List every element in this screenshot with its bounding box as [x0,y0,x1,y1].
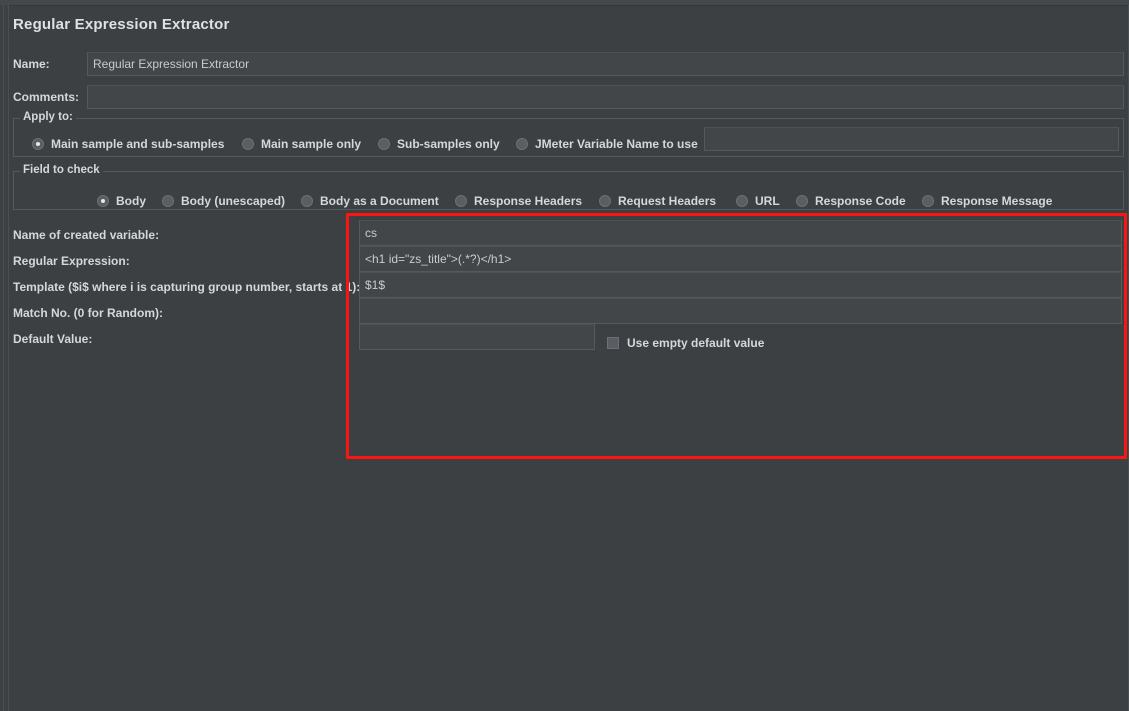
default-value-input[interactable] [359,324,595,350]
radio-label: URL [755,194,780,208]
radio-main-sample-only[interactable]: Main sample only [242,136,361,152]
radio-response-message[interactable]: Response Message [922,193,1052,209]
variable-name-input[interactable]: cs [359,220,1122,246]
regex-extractor-window: Regular Expression Extractor Name: Regul… [0,0,1129,711]
checkbox-icon [607,337,619,349]
radio-icon [599,195,611,207]
radio-main-sample-and-sub-samples[interactable]: Main sample and sub-samples [32,136,224,152]
default-value-label: Default Value: [13,332,93,346]
radio-request-headers[interactable]: Request Headers [599,193,716,209]
radio-icon [796,195,808,207]
template-input[interactable]: $1$ [359,272,1122,298]
radio-url[interactable]: URL [736,193,780,209]
name-label: Name: [13,57,50,71]
variable-name-label: Name of created variable: [13,228,160,242]
radio-label: Body as a Document [320,194,439,208]
page-title: Regular Expression Extractor [13,16,230,33]
radio-label: Request Headers [618,194,717,208]
radio-icon [736,195,748,207]
apply-to-legend: Apply to: [20,111,76,123]
radio-icon [301,195,313,207]
match-no-label: Match No. (0 for Random): [13,306,163,320]
radio-jmeter-variable-name-to-use[interactable]: JMeter Variable Name to use [516,136,698,152]
radio-body-as-a-document[interactable]: Body as a Document [301,193,439,209]
name-input[interactable]: Regular Expression Extractor [87,52,1124,76]
radio-label: Response Code [815,194,906,208]
match-no-input[interactable] [359,298,1122,324]
radio-icon [162,195,174,207]
extractor-panel: Regular Expression Extractor Name: Regul… [9,6,1128,711]
radio-icon [242,138,254,150]
radio-icon [455,195,467,207]
radio-icon-selected [32,138,44,150]
regular-expression-label: Regular Expression: [13,254,130,268]
radio-body-unescaped[interactable]: Body (unescaped) [162,193,285,209]
radio-label: JMeter Variable Name to use [535,137,698,151]
use-empty-default-value-checkbox[interactable]: Use empty default value [607,336,764,350]
radio-label: Body (unescaped) [181,194,286,208]
radio-icon [922,195,934,207]
template-label: Template ($i$ where i is capturing group… [13,280,361,294]
field-to-check-legend: Field to check [20,164,103,176]
radio-response-code[interactable]: Response Code [796,193,906,209]
radio-icon [378,138,390,150]
window-left-edge [0,5,9,711]
jmeter-variable-name-input[interactable] [704,127,1119,151]
radio-icon-selected [97,195,109,207]
radio-label: Response Headers [474,194,583,208]
regular-expression-input[interactable]: <h1 id="zs_title">(.*?)</h1> [359,246,1122,272]
radio-label: Response Message [941,194,1053,208]
radio-body[interactable]: Body [97,193,146,209]
radio-sub-samples-only[interactable]: Sub-samples only [378,136,500,152]
checkbox-label: Use empty default value [627,336,765,350]
radio-label: Main sample and sub-samples [51,137,225,151]
radio-label: Body [116,194,146,208]
radio-response-headers[interactable]: Response Headers [455,193,582,209]
radio-label: Main sample only [261,137,362,151]
radio-icon [516,138,528,150]
comments-input[interactable] [87,85,1124,109]
radio-label: Sub-samples only [397,137,500,151]
comments-label: Comments: [13,90,80,104]
window-left-edge-line [3,5,4,711]
